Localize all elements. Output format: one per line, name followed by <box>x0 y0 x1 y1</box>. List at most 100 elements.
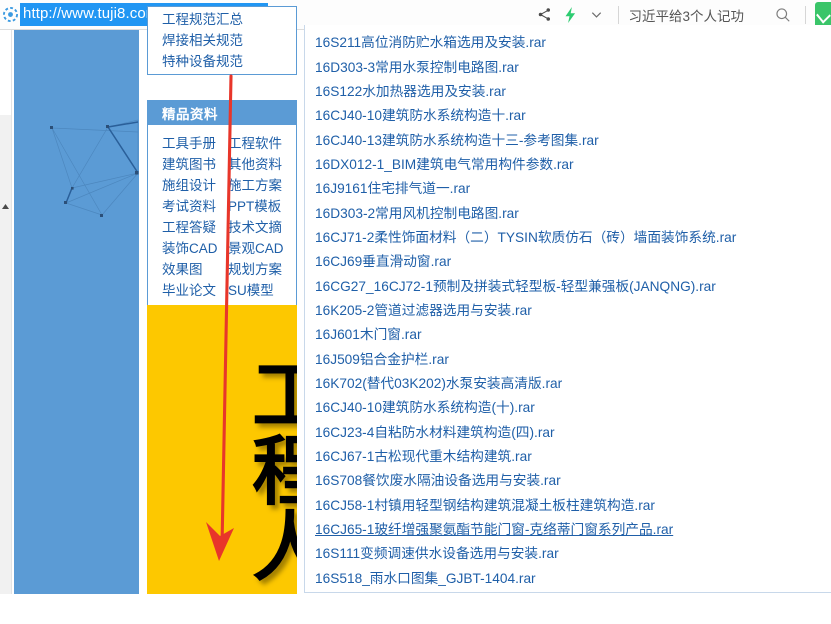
file-link[interactable]: 16CJ67-1古松现代重木结构建筑.rar <box>315 445 532 465</box>
file-list-row[interactable]: 16S111变频调速供水设备选用与安装.rar <box>305 540 831 564</box>
file-link[interactable]: 16S111变频调速供水设备选用与安装.rar <box>315 542 559 562</box>
sidebar-link-planning-schemes[interactable]: 规划方案 <box>228 258 282 278</box>
file-list-row[interactable]: 16CJ23-4自粘防水材料建筑构造(四).rar <box>305 419 831 443</box>
file-list-row[interactable]: 16CJ40-13建筑防水系统构造十三-参考图集.rar <box>305 126 831 150</box>
sidebar-link-exam-materials[interactable]: 考试资料 <box>162 195 228 215</box>
file-list-panel: 16S211高位消防贮水箱选用及安装.rar 16D303-3常用水泵控制电路图.… <box>304 25 831 593</box>
file-link[interactable]: 16K205-2管道过滤器选用与安装.rar <box>315 299 532 319</box>
file-link[interactable]: 16D303-3常用水泵控制电路图.rar <box>315 56 519 76</box>
file-list-row[interactable]: 16CG27_16CJ72-1预制及拼装式轻型板-轻型兼强板(JANQNG).r… <box>305 272 831 296</box>
list-item[interactable]: 焊接相关规范 <box>148 28 296 49</box>
file-link[interactable]: 16S518_雨水口图集_GJBT-1404.rar <box>315 567 536 587</box>
premium-box-header: 精品资料 <box>148 101 296 125</box>
sidebar-link-arch-books[interactable]: 建筑图书 <box>162 153 228 173</box>
file-link[interactable]: 16CJ40-13建筑防水系统构造十三-参考图集.rar <box>315 129 599 149</box>
file-link[interactable]: 16CJ71-2柔性饰面材料（二）TYSIN软质仿石（砖）墙面装饰系统.rar <box>315 226 736 246</box>
promo-banner[interactable]: 工程人 <box>147 305 297 594</box>
premium-resources-box: 精品资料 工具手册 工程软件 建筑图书 其他资料 施组设计 施工方案 考试资料 … <box>147 100 297 306</box>
scroll-up-arrow-icon[interactable] <box>0 200 11 212</box>
file-link[interactable]: 16S122水加热器选用及安装.rar <box>315 80 506 100</box>
file-list-bottom-border <box>305 592 831 593</box>
scrollbar-divider <box>11 30 12 594</box>
search-icon[interactable] <box>770 2 796 28</box>
file-list-row[interactable]: 16CJ40-10建筑防水系统构造十.rar <box>305 102 831 126</box>
file-list-row[interactable]: 16CJ65-1玻纤增强聚氨酯节能门窗-克络蒂门窗系列产品.rar <box>305 516 831 540</box>
file-link[interactable]: 16CJ23-4自粘防水材料建筑构造(四).rar <box>315 421 555 441</box>
file-link[interactable]: 16CJ40-10建筑防水系统构造(十).rar <box>315 396 535 416</box>
file-list-row[interactable]: 16J601木门窗.rar <box>305 321 831 345</box>
file-list-row[interactable]: 16DX012-1_BIM建筑电气常用构件参数.rar <box>305 151 831 175</box>
list-item[interactable]: 装饰CAD 景观CAD <box>148 236 296 257</box>
sidebar-link-standards-2[interactable]: 特种设备规范 <box>162 50 243 70</box>
bookmark-check-icon[interactable] <box>815 1 831 28</box>
premium-links-grid: 工具手册 工程软件 建筑图书 其他资料 施组设计 施工方案 考试资料 PPT模板… <box>148 125 296 299</box>
file-list-row[interactable]: 16D303-3常用水泵控制电路图.rar <box>305 53 831 77</box>
file-link[interactable]: 16CG27_16CJ72-1预制及拼装式轻型板-轻型兼强板(JANQNG).r… <box>315 275 716 295</box>
file-list-row[interactable]: 16D303-2常用风机控制电路图.rar <box>305 199 831 223</box>
sidebar-link-standards-1[interactable]: 焊接相关规范 <box>162 29 243 49</box>
sidebar-link-eng-software[interactable]: 工程软件 <box>228 132 282 152</box>
file-link[interactable]: 16J9161住宅排气道一.rar <box>315 177 470 197</box>
toolbar-divider-2 <box>805 5 806 24</box>
list-item[interactable]: 建筑图书 其他资料 <box>148 152 296 173</box>
sidebar-link-tech-digest[interactable]: 技术文摘 <box>228 216 282 236</box>
file-list-row[interactable]: 16J9161住宅排气道一.rar <box>305 175 831 199</box>
sidebar-link-thesis[interactable]: 毕业论文 <box>162 279 228 299</box>
file-link[interactable]: 16DX012-1_BIM建筑电气常用构件参数.rar <box>315 153 574 173</box>
sidebar-link-su-models[interactable]: SU模型 <box>228 279 274 299</box>
file-link[interactable]: 16D303-2常用风机控制电路图.rar <box>315 202 519 222</box>
scrollbar-track[interactable] <box>0 115 11 594</box>
left-blue-panel <box>14 30 139 594</box>
file-link[interactable]: 16CJ69垂直滑动窗.rar <box>315 250 451 270</box>
file-link[interactable]: 16CJ58-1村镇用轻型钢结构建筑混凝土板柱建筑构造.rar <box>315 494 655 514</box>
list-item[interactable]: 特种设备规范 <box>148 49 296 70</box>
file-link[interactable]: 16CJ65-1玻纤增强聚氨酯节能门窗-克络蒂门窗系列产品.rar <box>315 518 673 538</box>
file-link[interactable]: 16J601木门窗.rar <box>315 323 422 343</box>
file-list-row[interactable]: 16CJ40-10建筑防水系统构造(十).rar <box>305 394 831 418</box>
list-item[interactable]: 工具手册 工程软件 <box>148 131 296 152</box>
list-item[interactable]: 效果图 规划方案 <box>148 257 296 278</box>
page-viewport: 工程规范汇总 焊接相关规范 特种设备规范 精品资料 工具手册 工程软件 建筑图书… <box>0 6 831 594</box>
file-list-row[interactable]: 16J509铝合金护栏.rar <box>305 345 831 369</box>
network-graphic-icon <box>50 119 139 217</box>
file-list-row[interactable]: 16K702(替代03K202)水泵安装高清版.rar <box>305 370 831 394</box>
file-link[interactable]: 16CJ40-10建筑防水系统构造十.rar <box>315 104 526 124</box>
file-link[interactable]: 16S708餐饮废水隔油设备选用与安装.rar <box>315 469 561 489</box>
list-item[interactable]: 工程规范汇总 <box>148 7 296 28</box>
lightning-icon[interactable] <box>557 2 583 28</box>
sidebar-link-decor-cad[interactable]: 装饰CAD <box>162 237 228 257</box>
file-list-row[interactable]: 16CJ69垂直滑动窗.rar <box>305 248 831 272</box>
sidebar-link-construction-plan[interactable]: 施工方案 <box>228 174 282 194</box>
file-list: 16S211高位消防贮水箱选用及安装.rar 16D303-3常用水泵控制电路图.… <box>305 25 831 593</box>
file-list-row[interactable]: 16K205-2管道过滤器选用与安装.rar <box>305 297 831 321</box>
sidebar-link-renderings[interactable]: 效果图 <box>162 258 228 278</box>
file-list-row[interactable]: 16CJ71-2柔性饰面材料（二）TYSIN软质仿石（砖）墙面装饰系统.rar <box>305 224 831 248</box>
file-list-row[interactable]: 16S122水加热器选用及安装.rar <box>305 78 831 102</box>
hot-search-text[interactable]: 习近平给3个人记功 <box>628 5 744 25</box>
list-item[interactable]: 考试资料 PPT模板 <box>148 194 296 215</box>
list-item[interactable]: 毕业论文 SU模型 <box>148 278 296 299</box>
standards-category-box: 工程规范汇总 焊接相关规范 特种设备规范 <box>147 6 297 75</box>
file-list-row[interactable]: 16CJ58-1村镇用轻型钢结构建筑混凝土板柱建筑构造.rar <box>305 492 831 516</box>
file-link[interactable]: 16S211高位消防贮水箱选用及安装.rar <box>315 31 546 51</box>
file-link[interactable]: 16J509铝合金护栏.rar <box>315 348 449 368</box>
sidebar-link-tool-manual[interactable]: 工具手册 <box>162 132 228 152</box>
file-list-row[interactable]: 16S708餐饮废水隔油设备选用与安装.rar <box>305 467 831 491</box>
left-scrollbar-strip <box>0 30 14 594</box>
sidebar-link-eng-qa[interactable]: 工程答疑 <box>162 216 228 236</box>
list-item[interactable]: 工程答疑 技术文摘 <box>148 215 296 236</box>
sidebar-link-other-materials[interactable]: 其他资料 <box>228 153 282 173</box>
file-list-row[interactable]: 16CJ67-1古松现代重木结构建筑.rar <box>305 443 831 467</box>
file-list-row[interactable]: 16S211高位消防贮水箱选用及安装.rar <box>305 29 831 53</box>
list-item[interactable]: 施组设计 施工方案 <box>148 173 296 194</box>
sidebar-link-landscape-cad[interactable]: 景观CAD <box>228 237 284 257</box>
toolbar-divider <box>618 5 620 24</box>
file-link[interactable]: 16K702(替代03K202)水泵安装高清版.rar <box>315 372 562 392</box>
sidebar-link-standards-0[interactable]: 工程规范汇总 <box>162 8 243 28</box>
file-list-row[interactable]: 16S518_雨水口图集_GJBT-1404.rar <box>305 565 831 589</box>
sidebar-link-org-design[interactable]: 施组设计 <box>162 174 228 194</box>
share-icon[interactable] <box>531 2 557 28</box>
chevron-down-icon[interactable] <box>583 2 609 28</box>
sidebar-link-ppt-templates[interactable]: PPT模板 <box>228 195 281 215</box>
browser-logo-icon[interactable] <box>1 6 19 24</box>
